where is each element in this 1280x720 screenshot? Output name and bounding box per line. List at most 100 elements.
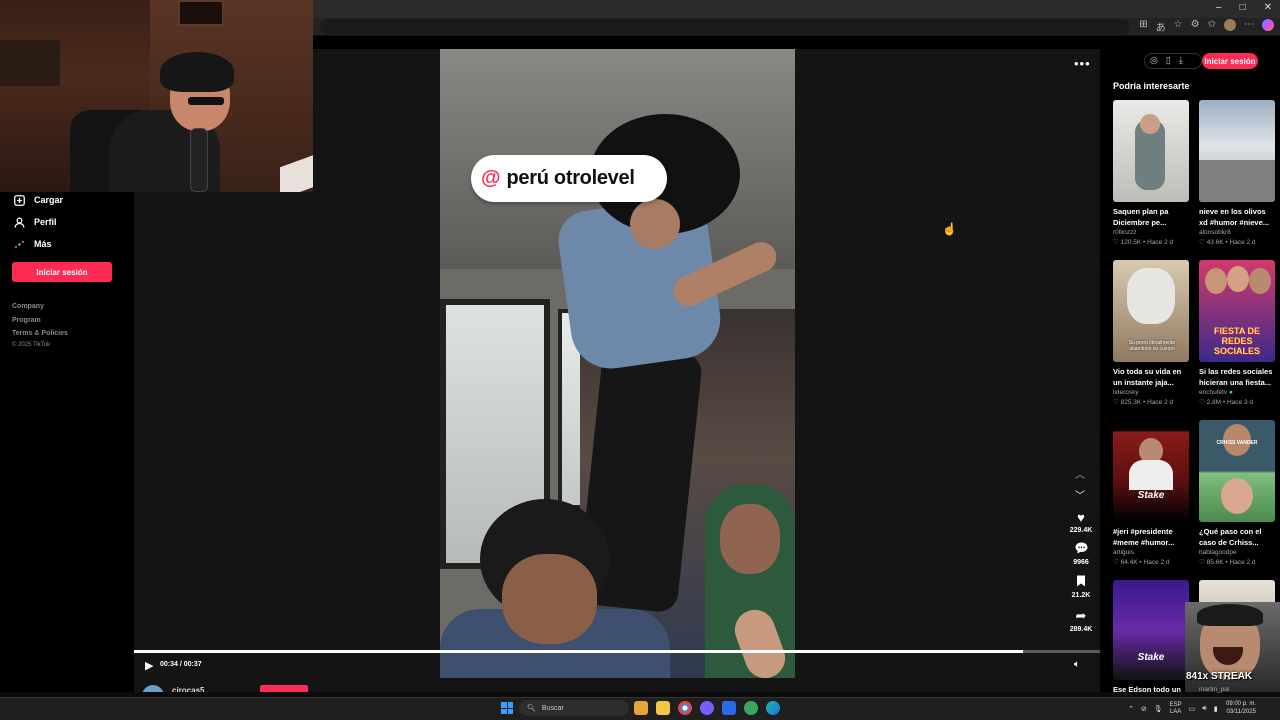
menu-icon[interactable]: ⋯ xyxy=(1244,19,1254,34)
sidebar-item-more[interactable]: Más xyxy=(13,238,52,250)
card-thumbnail-text: FIESTA DE REDES SOCIALES xyxy=(1213,326,1260,356)
author-name[interactable]: cirocas5 xyxy=(172,686,204,692)
more-options-icon[interactable]: ••• xyxy=(1074,56,1091,71)
bookmark-count: 21.2K xyxy=(1071,592,1091,599)
next-video-icon[interactable]: ﹀ xyxy=(1075,487,1085,502)
copyright-text: © 2025 TikTok xyxy=(12,342,51,348)
card-thumbnail: Stake xyxy=(1113,420,1189,522)
card-likes: ♡ 120.5K xyxy=(1113,239,1142,246)
favorites-bar-icon[interactable]: ✩ xyxy=(1208,19,1216,34)
footer-link-company[interactable]: Company xyxy=(12,303,44,310)
maximize-button[interactable]: □ xyxy=(1240,2,1246,13)
language-indicator[interactable]: ESP LAA xyxy=(1170,702,1182,716)
like-count: 229.4K xyxy=(1069,527,1093,534)
footer-link-terms[interactable]: Terms & Policies xyxy=(12,330,68,337)
share-action[interactable]: ➦ 289.4K xyxy=(1064,608,1098,633)
top-login-button[interactable]: Iniciar sesión xyxy=(1202,53,1258,69)
favorite-icon[interactable]: ☆ xyxy=(1174,19,1183,34)
video-time: 00:34 / 00:37 xyxy=(160,661,202,668)
video-caption-sticker: @ perú otrolevel xyxy=(471,155,667,202)
sidebar-item-upload[interactable]: Cargar xyxy=(13,194,63,206)
card-user: alonsobkr8 xyxy=(1199,229,1231,236)
translate-icon[interactable]: あ xyxy=(1156,19,1166,34)
sidebar-item-profile[interactable]: Perfil xyxy=(13,216,57,228)
card-time: Hace 2 d xyxy=(1143,559,1170,566)
card-thumbnail: CRHISS VANDER xyxy=(1199,420,1275,522)
volume-tray-icon[interactable]: 🔊︎ xyxy=(1202,705,1206,713)
taskbar-clock[interactable]: 09:00 p. m. 03/11/2025 xyxy=(1226,700,1256,716)
recommendation-card[interactable]: Saquen plan pa Diciembre pe... r0llinzzz… xyxy=(1113,100,1189,246)
webcam-person-glasses xyxy=(188,97,224,105)
bookmark-action[interactable]: 21.2K xyxy=(1064,575,1098,599)
caption-at-symbol: @ xyxy=(481,167,501,189)
volume-icon[interactable]: 🔈︎ xyxy=(1074,659,1080,670)
copilot-icon[interactable] xyxy=(1262,19,1274,31)
verified-badge-icon: ● xyxy=(1229,389,1233,396)
sidebar-item-label: Cargar xyxy=(34,195,64,205)
mic-icon[interactable]: 🎙︎ xyxy=(1154,705,1163,713)
webcam-person-hair xyxy=(160,52,234,92)
device-icon[interactable]: ▯ xyxy=(1166,55,1171,66)
recommendation-card[interactable]: Stake #jeri #presidente #meme #humor... … xyxy=(1113,420,1189,566)
profile-icon[interactable] xyxy=(1224,19,1236,31)
streak-counter: 841x STREAK xyxy=(1186,671,1253,682)
tray-chevron-icon[interactable]: ⌃ xyxy=(1128,705,1134,713)
recommendation-card[interactable]: FIESTA DE REDES SOCIALES Si las redes so… xyxy=(1199,260,1275,406)
like-action[interactable]: ♥ 229.4K xyxy=(1064,510,1098,534)
battery-icon[interactable]: ▮ xyxy=(1214,705,1218,713)
app-icon-green[interactable] xyxy=(744,701,758,715)
video-frame[interactable] xyxy=(440,49,795,678)
card-thumbnail-text: Stake xyxy=(1137,490,1165,501)
sidebar-item-label: Más xyxy=(34,239,52,249)
card-likes: ♡ 64.4K xyxy=(1113,559,1138,566)
minimize-button[interactable]: – xyxy=(1216,2,1222,13)
sidebar-login-button[interactable]: Iniciar sesión xyxy=(12,262,112,282)
follow-button[interactable] xyxy=(260,685,308,692)
card-thumbnail-text: CRHISS VANDER xyxy=(1216,440,1258,446)
compass-icon[interactable]: ◎ xyxy=(1150,55,1158,66)
card-thumbnail: Su perro literalmente abandonó su cuerpo xyxy=(1113,260,1189,362)
comment-count: 9966 xyxy=(1073,559,1089,566)
app-icon-blue[interactable] xyxy=(722,701,736,715)
footer-link-program[interactable]: Program xyxy=(12,317,41,324)
recommendations-title: Podría interesarte xyxy=(1113,81,1190,91)
recommendation-card[interactable]: Stake Ese Edson todo un xyxy=(1113,580,1189,695)
chrome-icon[interactable] xyxy=(678,701,692,715)
close-button[interactable]: ✕ xyxy=(1264,2,1272,13)
address-bar[interactable] xyxy=(320,19,1130,34)
card-user: liderosky xyxy=(1113,389,1139,396)
discord-icon[interactable] xyxy=(700,701,714,715)
recommendation-card[interactable]: CRHISS VANDER ¿Qué paso con el caso de C… xyxy=(1199,420,1275,566)
file-explorer-icon[interactable] xyxy=(656,701,670,715)
tray-app-icon[interactable]: ⊘ xyxy=(1141,705,1147,713)
recommendation-card[interactable]: Su perro literalmente abandonó su cuerpo… xyxy=(1113,260,1189,406)
app-icon-launcher[interactable] xyxy=(634,701,648,715)
video-progress-bar[interactable] xyxy=(134,650,1100,653)
play-icon[interactable]: ▶ xyxy=(145,659,153,672)
card-user: r0llinzzz xyxy=(1113,229,1137,236)
webcam-microphone xyxy=(190,128,208,192)
card-likes: ♡ 85.6K xyxy=(1199,559,1224,566)
network-icon[interactable]: ▭ xyxy=(1189,705,1196,713)
top-icons: ◎ ▯ ⤓ xyxy=(1150,55,1183,66)
upload-icon xyxy=(13,194,25,206)
card-thumbnail-text: Stake xyxy=(1137,652,1165,663)
taskbar-search[interactable]: 🔍︎ Buscar xyxy=(519,700,629,716)
card-user: enchufetv ● xyxy=(1199,389,1233,396)
extensions-icon[interactable]: ⚙ xyxy=(1191,19,1200,34)
comment-action[interactable]: 9966 xyxy=(1064,542,1098,566)
card-likes: ♡ 43.6K xyxy=(1199,239,1224,246)
previous-video-icon[interactable]: ︿ xyxy=(1075,466,1085,481)
screen: – □ ✕ ⊞ あ ☆ ⚙ ✩ ⋯ Cargar Perfil Más Inic… xyxy=(0,0,1280,720)
card-likes: ♡ 2.8M xyxy=(1199,399,1222,406)
share-icon: ➦ xyxy=(1075,608,1087,623)
author-avatar[interactable] xyxy=(142,685,164,692)
download-icon[interactable]: ⤓ xyxy=(1179,55,1183,66)
edge-icon[interactable] xyxy=(766,701,780,715)
read-aloud-icon[interactable]: ⊞ xyxy=(1139,19,1147,34)
card-time: Hace 2 d xyxy=(1229,239,1256,246)
start-menu-icon[interactable] xyxy=(501,702,513,714)
recommendation-card[interactable]: nieve en los olivos xd #humor #nieve... … xyxy=(1199,100,1275,246)
mouse-cursor-icon: ☝ xyxy=(942,222,957,236)
card-title: #jeri #presidente #meme #humor... xyxy=(1113,527,1175,547)
